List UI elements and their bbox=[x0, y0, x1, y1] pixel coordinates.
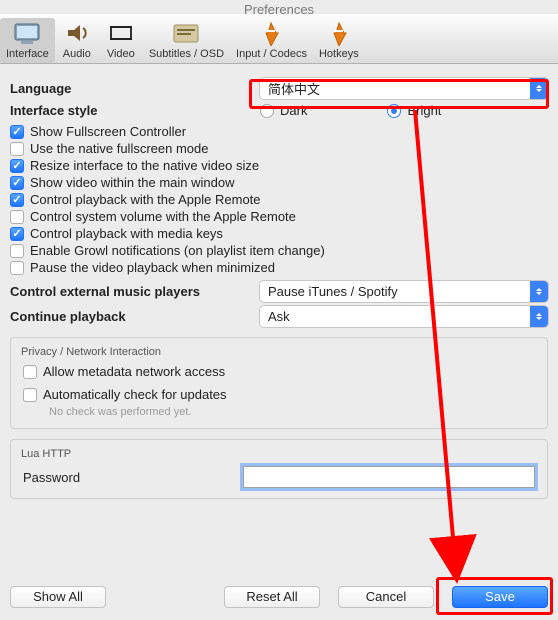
continue-playback-select[interactable]: Ask bbox=[260, 306, 548, 327]
window-title: Preferences bbox=[0, 0, 558, 14]
checkbox-icon bbox=[23, 365, 37, 379]
checkbox-icon bbox=[10, 142, 24, 156]
fieldset-legend: Privacy / Network Interaction bbox=[21, 346, 535, 358]
chevron-up-down-icon bbox=[530, 306, 548, 327]
tab-input-codecs[interactable]: Input / Codecs bbox=[230, 18, 313, 63]
options-list: Show Fullscreen Controller Use the native… bbox=[10, 124, 548, 275]
check-label: Pause the video playback when minimized bbox=[30, 260, 275, 275]
check-label: Show Fullscreen Controller bbox=[30, 124, 186, 139]
select-value: Pause iTunes / Spotify bbox=[268, 284, 398, 299]
check-label: Enable Growl notifications (on playlist … bbox=[30, 243, 325, 258]
check-label: Control playback with the Apple Remote bbox=[30, 192, 261, 207]
select-value: Ask bbox=[268, 309, 290, 324]
password-input[interactable] bbox=[243, 466, 535, 488]
language-select[interactable]: 简体中文 bbox=[260, 78, 548, 99]
interface-style-label: Interface style bbox=[10, 103, 260, 118]
check-option-1[interactable]: Use the native fullscreen mode bbox=[10, 141, 548, 156]
lua-fieldset: Lua HTTP Password bbox=[10, 439, 548, 499]
check-label: Control playback with media keys bbox=[30, 226, 223, 241]
tab-label: Video bbox=[107, 48, 135, 60]
chevron-up-down-icon bbox=[530, 281, 548, 302]
tab-interface[interactable]: Interface bbox=[0, 18, 55, 63]
checkbox-icon bbox=[10, 244, 24, 258]
language-label: Language bbox=[10, 81, 260, 96]
chevron-up-down-icon bbox=[530, 78, 548, 99]
radio-dark[interactable]: Dark bbox=[260, 103, 307, 118]
preferences-toolbar: Interface Audio Video Subtitles / OSD In… bbox=[0, 14, 558, 64]
check-auto-update[interactable]: Automatically check for updates bbox=[23, 387, 535, 402]
radio-bright[interactable]: Bright bbox=[387, 103, 441, 118]
reset-all-button[interactable]: Reset All bbox=[224, 586, 320, 608]
checkbox-icon bbox=[10, 210, 24, 224]
check-option-7[interactable]: Enable Growl notifications (on playlist … bbox=[10, 243, 548, 258]
tab-label: Interface bbox=[6, 48, 49, 60]
tab-label: Input / Codecs bbox=[236, 48, 307, 60]
tab-label: Audio bbox=[63, 48, 91, 60]
continue-playback-label: Continue playback bbox=[10, 309, 260, 324]
radio-icon bbox=[260, 104, 274, 118]
tab-audio[interactable]: Audio bbox=[55, 18, 99, 63]
check-label: Resize interface to the native video siz… bbox=[30, 158, 259, 173]
external-players-select[interactable]: Pause iTunes / Spotify bbox=[260, 281, 548, 302]
tab-label: Hotkeys bbox=[319, 48, 359, 60]
tab-video[interactable]: Video bbox=[99, 18, 143, 63]
checkbox-icon bbox=[10, 193, 24, 207]
checkbox-icon bbox=[23, 388, 37, 402]
check-allow-metadata[interactable]: Allow metadata network access bbox=[23, 364, 535, 379]
check-option-5[interactable]: Control system volume with the Apple Rem… bbox=[10, 209, 548, 224]
fieldset-legend: Lua HTTP bbox=[21, 448, 535, 460]
password-label: Password bbox=[23, 470, 233, 485]
language-value: 简体中文 bbox=[268, 79, 320, 98]
checkbox-icon bbox=[10, 261, 24, 275]
privacy-fieldset: Privacy / Network Interaction Allow meta… bbox=[10, 337, 548, 429]
tab-hotkeys[interactable]: Hotkeys bbox=[313, 18, 365, 63]
check-label: Control system volume with the Apple Rem… bbox=[30, 209, 296, 224]
check-option-8[interactable]: Pause the video playback when minimized bbox=[10, 260, 548, 275]
check-label: Allow metadata network access bbox=[43, 364, 225, 379]
checkbox-icon bbox=[10, 159, 24, 173]
radio-icon bbox=[387, 104, 401, 118]
check-option-3[interactable]: Show video within the main window bbox=[10, 175, 548, 190]
radio-label: Bright bbox=[407, 103, 441, 118]
check-option-4[interactable]: Control playback with the Apple Remote bbox=[10, 192, 548, 207]
check-option-0[interactable]: Show Fullscreen Controller bbox=[10, 124, 548, 139]
check-label: Use the native fullscreen mode bbox=[30, 141, 208, 156]
checkbox-icon bbox=[10, 125, 24, 139]
check-option-6[interactable]: Control playback with media keys bbox=[10, 226, 548, 241]
checkbox-icon bbox=[10, 176, 24, 190]
external-players-label: Control external music players bbox=[10, 284, 260, 299]
check-label: Show video within the main window bbox=[30, 175, 235, 190]
radio-label: Dark bbox=[280, 103, 307, 118]
check-label: Automatically check for updates bbox=[43, 387, 227, 402]
save-button[interactable]: Save bbox=[452, 586, 548, 608]
cancel-button[interactable]: Cancel bbox=[338, 586, 434, 608]
check-option-2[interactable]: Resize interface to the native video siz… bbox=[10, 158, 548, 173]
tab-label: Subtitles / OSD bbox=[149, 48, 224, 60]
no-check-text: No check was performed yet. bbox=[49, 406, 535, 418]
checkbox-icon bbox=[10, 227, 24, 241]
show-all-button[interactable]: Show All bbox=[10, 586, 106, 608]
tab-subtitles[interactable]: Subtitles / OSD bbox=[143, 18, 230, 63]
